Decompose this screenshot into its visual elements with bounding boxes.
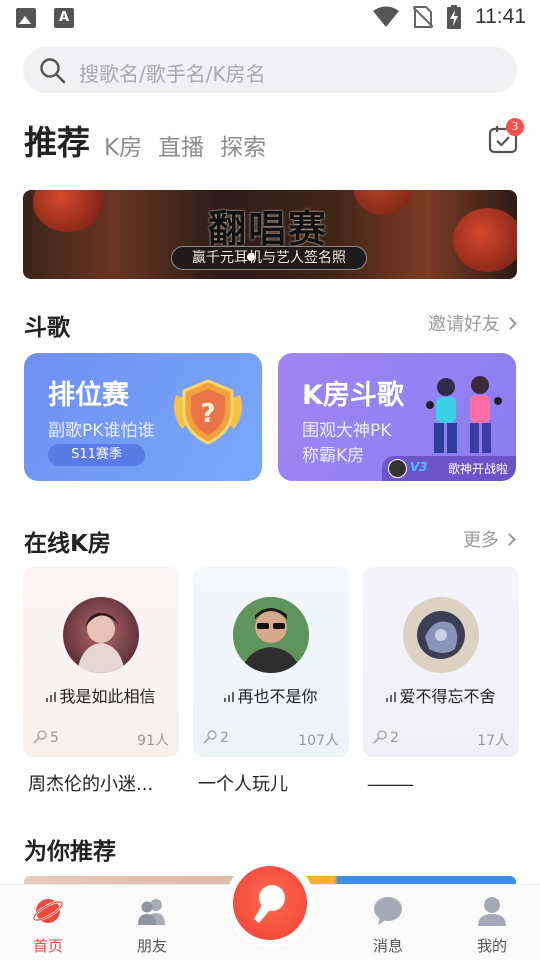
room-avatar — [233, 597, 309, 673]
tab-live[interactable]: 直播 — [158, 128, 204, 164]
room-card[interactable]: 爱不得忘不舍 2 17人 — [363, 567, 519, 757]
banner-subtitle: 赢千元耳机与艺人签名照 — [171, 246, 367, 270]
tab-explore[interactable]: 探索 — [220, 128, 266, 164]
room-song-title: 爱不得忘不舍 — [399, 687, 496, 706]
avatar — [388, 459, 407, 478]
room-avatar-image — [403, 597, 479, 673]
mic-count-value: 2 — [220, 730, 229, 746]
room-song: 再也不是你 — [193, 683, 349, 707]
mic-count: 5 — [33, 730, 59, 746]
recommend-section-title: 为你推荐 — [24, 839, 116, 865]
mic-count: 2 — [373, 730, 399, 746]
nav-messages-label: 消息 — [372, 937, 403, 955]
season-badge: S11赛季 — [48, 444, 145, 466]
microphone-icon — [254, 885, 285, 923]
promo-text: 歌神开战啦 — [448, 462, 509, 476]
v3-level-tag: V3 — [410, 460, 428, 474]
room-song: 我是如此相信 — [23, 683, 179, 707]
room-avatar-image — [233, 597, 309, 673]
search-placeholder: 搜歌名/歌手名/K房名 — [79, 62, 266, 86]
room-song-title: 我是如此相信 — [59, 687, 156, 706]
invite-friends-link[interactable]: 邀请好友 — [428, 310, 517, 336]
invite-friends-label: 邀请好友 — [428, 314, 500, 335]
friends-icon — [138, 899, 165, 925]
app-screen: A 11:41 搜歌名/歌手名/K房名 推荐 K房 直播 探索 3 翻唱赛 赢千… — [0, 0, 540, 960]
sing-button[interactable] — [233, 866, 307, 940]
nav-me[interactable]: 我的 — [452, 885, 532, 960]
ranked-match-subtitle: 副歌PK谁怕谁 — [48, 421, 155, 441]
nav-me-label: 我的 — [476, 937, 507, 955]
home-planet-icon — [32, 899, 64, 923]
room-card[interactable]: 我是如此相信 5 91人 — [23, 567, 179, 757]
room-name[interactable]: 一个人玩儿 — [198, 770, 288, 796]
clock: 11:41 — [475, 5, 526, 28]
mic-count: 2 — [203, 730, 229, 746]
nav-friends-label: 朋友 — [136, 937, 167, 955]
audio-bars-icon — [386, 692, 397, 702]
microphone-icon — [373, 730, 387, 744]
singers-illustration — [426, 376, 502, 453]
more-rooms-link[interactable]: 更多 — [463, 526, 516, 552]
microphone-icon — [33, 730, 47, 744]
k-room-battle-card[interactable]: K房斗歌 围观大神PK 称霸K房 V3 歌神开战啦 — [278, 353, 516, 481]
gallery-notification-icon — [16, 8, 36, 28]
nav-friends[interactable]: 朋友 — [112, 885, 192, 960]
room-song-title: 再也不是你 — [237, 687, 318, 706]
room-avatar-image — [77, 613, 125, 673]
wifi-icon — [373, 6, 399, 27]
audio-bars-icon — [46, 692, 57, 702]
keyboard-notification-icon: A — [54, 8, 74, 28]
people-count: 91人 — [137, 733, 169, 749]
room-avatar — [63, 597, 139, 673]
tab-recommend[interactable]: 推荐 — [24, 116, 90, 164]
microphone-icon — [203, 730, 217, 744]
top-tabs: 推荐 K房 直播 探索 — [24, 116, 282, 164]
nav-messages[interactable]: 消息 — [348, 885, 428, 960]
mic-count-value: 2 — [390, 730, 399, 746]
calendar-badge: 3 — [506, 118, 524, 136]
room-avatar — [403, 597, 479, 673]
lantern-decoration — [33, 190, 103, 232]
tab-k-room[interactable]: K房 — [104, 128, 142, 164]
promo-pill: V3 歌神开战啦 — [382, 456, 516, 481]
audio-bars-icon — [224, 692, 235, 702]
mic-count-value: 5 — [50, 730, 59, 746]
search-icon — [40, 58, 66, 84]
rank-shield-icon: ? — [174, 379, 242, 445]
chevron-right-icon — [503, 533, 516, 546]
ranked-match-title: 排位赛 — [48, 380, 129, 411]
k-room-battle-title: K房斗歌 — [302, 380, 404, 411]
room-song: 爱不得忘不舍 — [363, 683, 519, 707]
svg-text:?: ? — [200, 399, 215, 429]
people-count: 107人 — [298, 733, 339, 749]
promo-banner[interactable]: 翻唱赛 赢千元耳机与艺人签名照 — [23, 190, 517, 279]
search-bar[interactable]: 搜歌名/歌手名/K房名 — [23, 47, 517, 93]
banner-page-indicator — [247, 253, 255, 261]
ranked-match-card[interactable]: 排位赛 副歌PK谁怕谁 S11赛季 ? — [24, 353, 262, 481]
battle-section-title: 斗歌 — [24, 315, 70, 341]
room-name[interactable]: _____ — [368, 766, 413, 787]
room-name[interactable]: 周杰伦的小迷... — [28, 770, 153, 796]
chevron-right-icon — [504, 317, 517, 330]
online-rooms-title: 在线K房 — [24, 531, 111, 557]
nav-home-label: 首页 — [32, 937, 63, 955]
k-room-battle-line2: 称霸K房 — [302, 446, 365, 466]
nav-home[interactable]: 首页 — [8, 885, 88, 960]
messages-icon — [374, 897, 402, 925]
battery-charging-icon — [447, 5, 461, 29]
lantern-decoration — [353, 190, 413, 215]
more-rooms-label: 更多 — [463, 530, 499, 551]
k-room-battle-line1: 围观大神PK — [302, 421, 392, 441]
banner-title: 翻唱赛 — [208, 206, 329, 251]
no-sim-icon — [413, 6, 433, 28]
status-bar: A 11:41 — [0, 0, 540, 36]
lantern-decoration — [453, 208, 517, 272]
people-count: 17人 — [477, 733, 509, 749]
profile-icon — [478, 897, 506, 926]
room-card[interactable]: 再也不是你 2 107人 — [193, 567, 349, 757]
